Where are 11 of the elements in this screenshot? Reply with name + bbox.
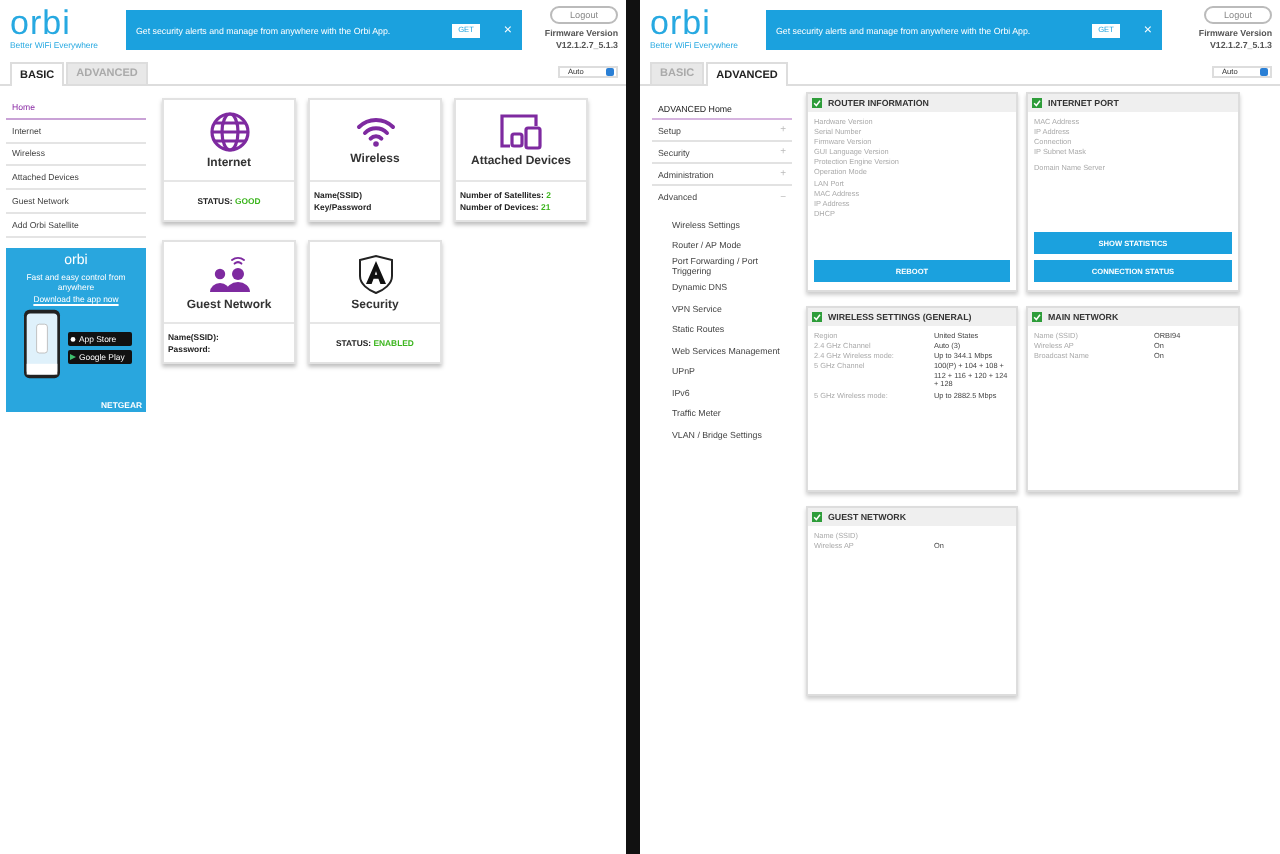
- play-icon: [70, 353, 76, 360]
- wifi-icon: [355, 115, 395, 147]
- phone-drawing: [21, 307, 61, 380]
- orbi-logo: orbi: [10, 6, 73, 40]
- info-icon: [606, 67, 614, 75]
- guests-icon: [207, 253, 251, 293]
- info-icon: [1260, 67, 1268, 75]
- shield-icon: [357, 253, 393, 293]
- globe-icon: [209, 111, 249, 151]
- orbi-logo: orbi: [650, 6, 713, 40]
- devices-icon: [499, 113, 543, 149]
